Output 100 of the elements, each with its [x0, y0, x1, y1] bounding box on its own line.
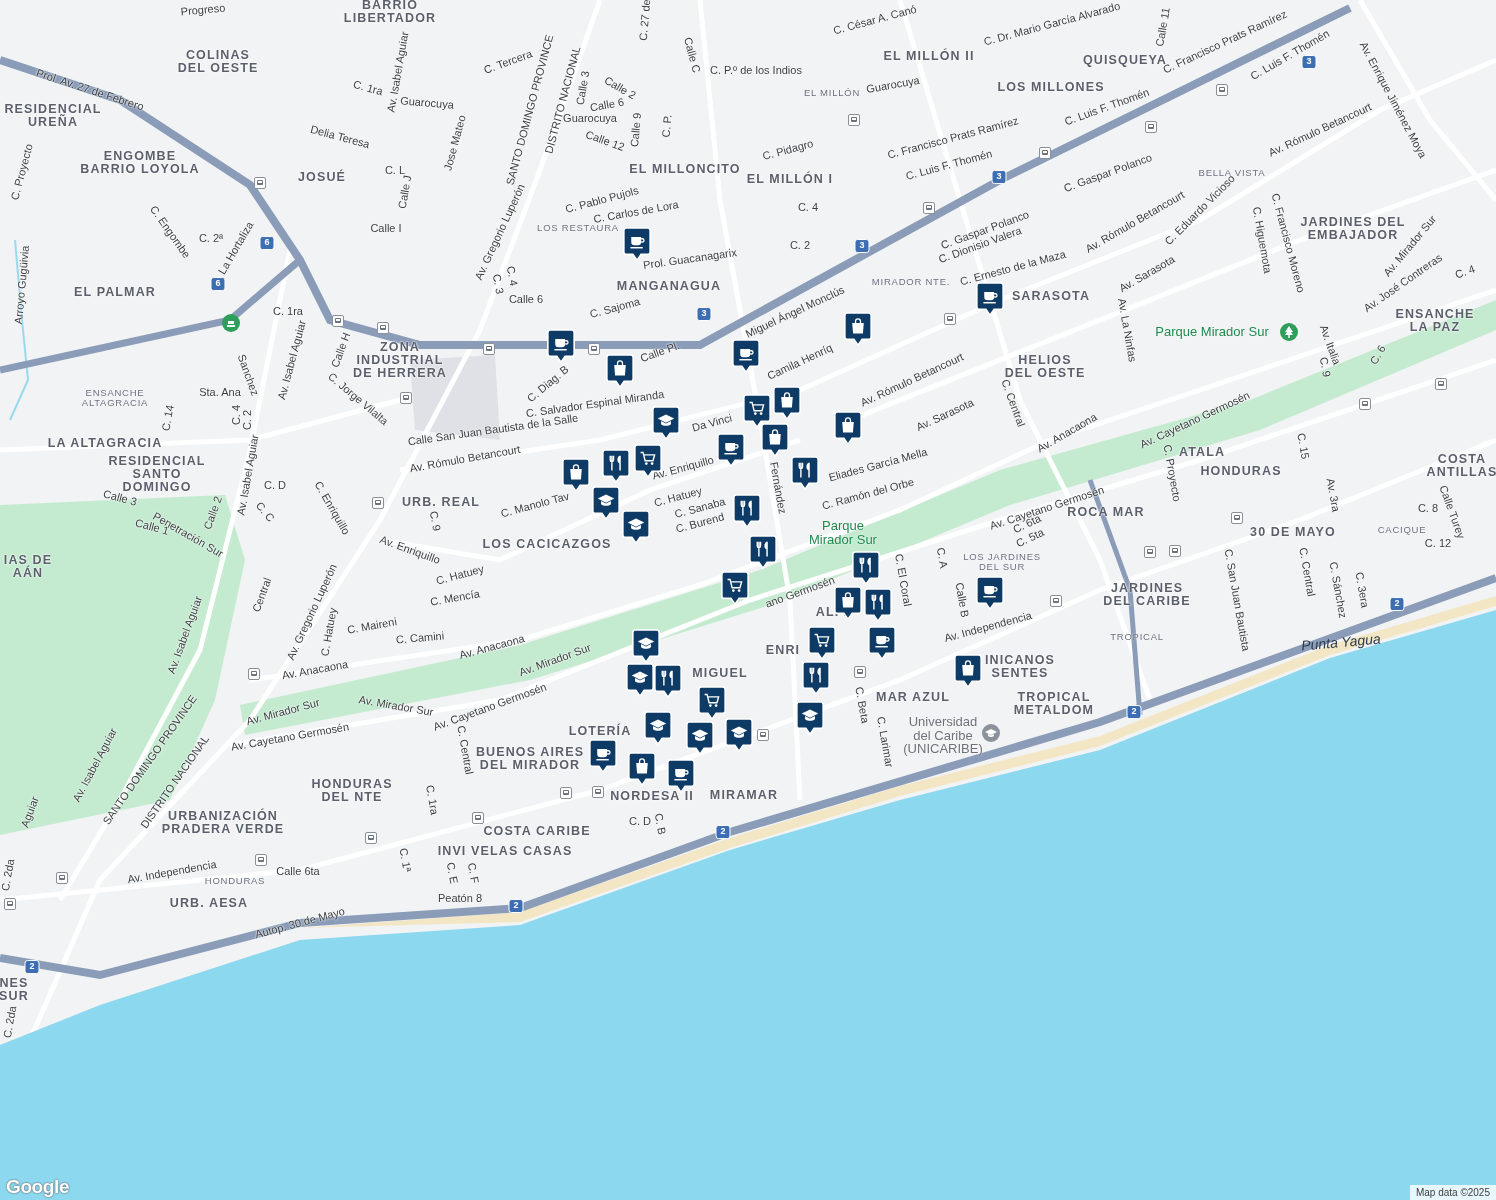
route-shield: 2 — [508, 899, 524, 913]
neighborhood-label: 30 DE MAYO — [1250, 526, 1336, 540]
street-label: C. San Juan Bautista — [1222, 548, 1252, 652]
graduation-cap-icon[interactable] — [982, 724, 1000, 742]
bus-stop-icon[interactable] — [1231, 512, 1243, 524]
bus-stop-icon[interactable] — [400, 392, 412, 404]
bus-stop-icon[interactable] — [560, 787, 572, 799]
bus-stop-icon[interactable] — [944, 313, 956, 325]
bus-stop-icon[interactable] — [1144, 546, 1156, 558]
street-label: Av. Mirador Sur — [245, 696, 321, 728]
map-pin[interactable] — [562, 458, 590, 493]
map-pin[interactable] — [749, 535, 777, 570]
bus-stop-icon[interactable] — [592, 786, 604, 798]
map-pin[interactable] — [733, 494, 761, 529]
bus-stop-icon[interactable] — [1359, 398, 1371, 410]
street-label: C. 2da — [1, 1005, 19, 1039]
bag-icon — [562, 458, 590, 493]
bus-stop-icon[interactable] — [254, 177, 266, 189]
bus-stop-icon[interactable] — [848, 114, 860, 126]
street-label: C. 2da — [0, 858, 17, 892]
map-pin[interactable] — [976, 576, 1004, 611]
map-pin[interactable] — [602, 449, 630, 484]
map-pin[interactable] — [834, 411, 862, 446]
street-label: C. Pidagro — [761, 137, 815, 163]
route-shield: 3 — [1301, 55, 1317, 69]
neighborhood-label: EL MILLÓN I — [746, 173, 834, 187]
bus-stop-icon[interactable] — [923, 202, 935, 214]
bus-stop-icon[interactable] — [377, 322, 389, 334]
neighborhood-label: BARRIO LIBERTADOR — [343, 0, 437, 26]
map-pin[interactable] — [547, 329, 575, 364]
bus-stop-icon[interactable] — [56, 872, 68, 884]
bus-stop-icon[interactable] — [1145, 121, 1157, 133]
map-pin[interactable] — [725, 718, 753, 753]
street-label: C. 14 — [160, 404, 176, 432]
graduation-cap-icon — [632, 629, 660, 664]
bus-stop-icon[interactable] — [4, 898, 16, 910]
map-pin[interactable] — [761, 423, 789, 458]
bus-stop-icon[interactable] — [365, 832, 377, 844]
map-pin[interactable] — [589, 739, 617, 774]
map-pin[interactable] — [864, 588, 892, 623]
map-pin[interactable] — [732, 339, 760, 374]
bag-icon — [628, 752, 656, 787]
university-label[interactable]: Universidad del Caribe (UNICARIBE) — [903, 714, 983, 756]
neighborhood-label: URB. REAL — [401, 496, 481, 510]
map-pin[interactable] — [808, 626, 836, 661]
neighborhood-label: EL MILLÓN — [803, 88, 861, 98]
map-pin[interactable] — [686, 721, 714, 756]
bus-stop-icon[interactable] — [757, 729, 769, 741]
map-pin[interactable] — [622, 510, 650, 545]
street-label: Autop. 30 de Mayo — [254, 905, 346, 941]
map-pin[interactable] — [628, 752, 656, 787]
map-pin[interactable] — [844, 312, 872, 347]
street-label: C. 2 — [789, 239, 811, 251]
street-label: C. D — [629, 815, 651, 827]
map-pin[interactable] — [868, 626, 896, 661]
map-pin[interactable] — [791, 456, 819, 491]
street-label: C. Hatuey — [319, 606, 339, 658]
bus-stop-icon[interactable] — [248, 668, 260, 680]
bus-stop-icon[interactable] — [1435, 378, 1447, 390]
street-label: C. F — [465, 861, 481, 885]
map-pin[interactable] — [632, 629, 660, 664]
neighborhood-label: HONDURAS — [1200, 465, 1282, 479]
bus-stop-icon[interactable] — [1039, 147, 1051, 159]
map-pin[interactable] — [954, 654, 982, 689]
map-pin[interactable] — [626, 663, 654, 698]
map-pin[interactable] — [773, 386, 801, 421]
tree-icon[interactable] — [1280, 323, 1298, 341]
bus-stop-icon[interactable] — [1216, 84, 1228, 96]
park-icon[interactable] — [222, 314, 240, 332]
street-label: C. Gaspar Polanco — [1062, 151, 1154, 195]
bus-stop-icon[interactable] — [372, 497, 384, 509]
bus-stop-icon[interactable] — [332, 315, 344, 327]
bus-stop-icon[interactable] — [483, 343, 495, 355]
map-pin[interactable] — [976, 282, 1004, 317]
map-pin[interactable] — [717, 433, 745, 468]
bus-stop-icon[interactable] — [588, 343, 600, 355]
map-pin[interactable] — [652, 406, 680, 441]
map-pin[interactable] — [698, 686, 726, 721]
map-pin[interactable] — [606, 354, 634, 389]
neighborhood-label: LOS MILLONES — [997, 81, 1105, 95]
bus-stop-icon[interactable] — [1050, 595, 1062, 607]
neighborhood-label: IAS DE AÁN — [3, 553, 53, 581]
cup-icon — [547, 329, 575, 364]
street-label: C. C — [253, 500, 277, 524]
bus-stop-icon[interactable] — [472, 812, 484, 824]
route-shield: 2 — [24, 960, 40, 974]
bus-stop-icon[interactable] — [854, 666, 866, 678]
map-pin[interactable] — [743, 394, 771, 429]
bus-stop-icon[interactable] — [1169, 545, 1181, 557]
map-pin[interactable] — [852, 551, 880, 586]
park-label[interactable]: Parque Mirador Sur — [1155, 325, 1269, 339]
map-pin[interactable] — [592, 486, 620, 521]
map-pin[interactable] — [802, 661, 830, 696]
park-label[interactable]: Parque Mirador Sur — [809, 519, 877, 547]
map-pin[interactable] — [644, 711, 672, 746]
map-pin[interactable] — [654, 664, 682, 699]
bus-stop-icon[interactable] — [255, 854, 267, 866]
neighborhood-label: LOS RESTAURA — [537, 223, 619, 233]
neighborhood-label: LOS CACICAZGOS — [482, 538, 612, 552]
map-pin[interactable] — [796, 701, 824, 736]
